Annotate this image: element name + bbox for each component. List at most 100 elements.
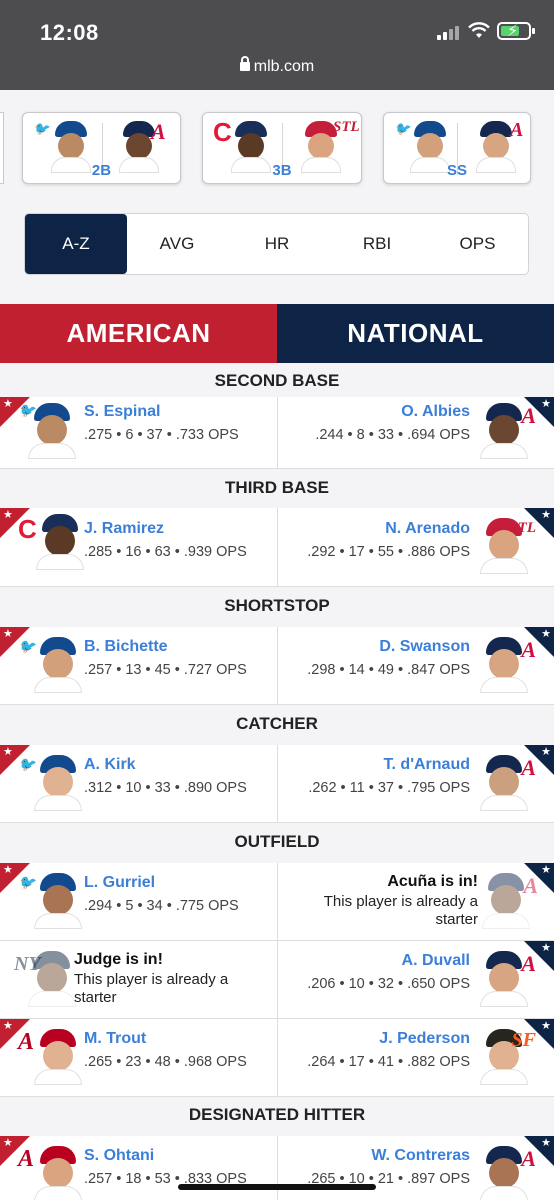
section-title: SHORTSTOP <box>0 588 554 622</box>
sort-tab-az[interactable]: A-Z <box>25 214 127 274</box>
player-name[interactable]: J. Pederson <box>379 1030 470 1048</box>
sort-tab-hr[interactable]: HR <box>227 214 327 274</box>
al-player-cell[interactable]: ★ 🐦 S. Espinal .275 • 6 • 37 • .733 OPS <box>0 397 277 468</box>
nl-player-cell[interactable]: ★ D. Swanson .298 • 14 • 49 • .847 OPS A <box>277 627 554 704</box>
cellular-signal-icon <box>437 24 463 40</box>
battery-charging-icon: ⚡ <box>497 22 535 40</box>
card-position-label: 3B <box>272 162 292 179</box>
al-player-cell[interactable]: ★ 🐦 A. Kirk .312 • 10 • 33 • .890 OPS <box>0 745 277 822</box>
american-league-header[interactable]: AMERICAN <box>0 304 277 363</box>
sort-tabs: A-Z AVG HR RBI OPS <box>24 213 529 275</box>
player-stats: .264 • 17 • 41 • .882 OPS <box>307 1054 470 1070</box>
player-headshot <box>28 951 76 1007</box>
nl-player-cell[interactable]: ★ T. d'Arnaud .262 • 11 • 37 • .795 OPS … <box>277 745 554 822</box>
position-cards-row: 🐦 A 2B C STL 3B 🐦 A SS <box>0 90 554 206</box>
cardinals-logo-icon: STL <box>333 119 360 135</box>
card-shortstop[interactable]: 🐦 A SS <box>383 112 531 184</box>
blue-jays-logo-icon: 🐦 <box>18 640 36 655</box>
player-headshot <box>28 403 76 459</box>
al-player-cell[interactable]: ★ 🐦 B. Bichette .257 • 13 • 45 • .727 OP… <box>0 627 277 704</box>
sort-tab-rbi[interactable]: RBI <box>327 214 427 274</box>
nl-player-cell[interactable]: ★ Acuña is in! This player is already a … <box>277 863 554 940</box>
guardians-logo-icon: C <box>18 514 37 544</box>
player-name[interactable]: T. d'Arnaud <box>384 756 470 774</box>
player-stats: .292 • 17 • 55 • .886 OPS <box>307 544 470 560</box>
player-name[interactable]: L. Gurriel <box>84 874 155 892</box>
al-player-cell[interactable]: ★ 🐦 L. Gurriel .294 • 5 • 34 • .775 OPS <box>0 863 277 940</box>
player-headshot <box>36 514 84 570</box>
section-title: OUTFIELD <box>0 824 554 858</box>
status-bar: 12:08 ⚡ mlb.com <box>0 0 554 90</box>
matchup-row: ★ 🐦 L. Gurriel .294 • 5 • 34 • .775 OPS … <box>0 863 554 941</box>
card-position-label: SS <box>446 162 467 179</box>
address-bar[interactable]: mlb.com <box>0 56 554 76</box>
al-player-cell[interactable]: ★ A M. Trout .265 • 23 • 48 • .968 OPS <box>0 1019 277 1096</box>
matchup-row: NY Judge is in! This player is already a… <box>0 941 554 1019</box>
matchup-row: ★ A S. Ohtani .257 • 18 • 53 • .833 OPS … <box>0 1136 554 1200</box>
blue-jays-logo-icon: 🐦 <box>18 758 36 773</box>
player-headshot <box>34 873 82 929</box>
already-starter-title: Acuña is in! <box>387 873 478 890</box>
player-name[interactable]: D. Swanson <box>379 638 470 656</box>
braves-logo-icon: A <box>510 119 524 141</box>
braves-logo-icon: A <box>523 873 538 898</box>
player-headshot <box>34 755 82 811</box>
matchup-row: ★ C J. Ramirez .285 • 16 • 63 • .939 OPS… <box>0 508 554 587</box>
player-name[interactable]: B. Bichette <box>84 638 168 656</box>
matchup-row: ★ 🐦 A. Kirk .312 • 10 • 33 • .890 OPS ★ … <box>0 745 554 823</box>
player-stats: .257 • 13 • 45 • .727 OPS <box>84 662 247 678</box>
nl-player-cell[interactable]: ★ W. Contreras .265 • 10 • 21 • .897 OPS… <box>277 1136 554 1200</box>
cardinals-logo-icon: STL <box>509 520 536 536</box>
nl-player-cell[interactable]: ★ O. Albies .244 • 8 • 33 • .694 OPS A <box>277 397 554 468</box>
player-name[interactable]: S. Ohtani <box>84 1147 154 1165</box>
braves-logo-icon: A <box>521 755 536 780</box>
blue-jays-logo-icon: 🐦 <box>33 121 50 136</box>
al-player-cell[interactable]: ★ A S. Ohtani .257 • 18 • 53 • .833 OPS <box>0 1136 277 1200</box>
player-headshot <box>34 637 82 693</box>
card-third-base[interactable]: C STL 3B <box>202 112 362 184</box>
player-stats: .298 • 14 • 49 • .847 OPS <box>307 662 470 678</box>
already-starter-text: This player is already a starter <box>323 893 478 928</box>
blue-jays-logo-icon: 🐦 <box>18 876 36 891</box>
wifi-icon <box>468 22 490 38</box>
nl-player-cell[interactable]: ★ J. Pederson .264 • 17 • 41 • .882 OPS … <box>277 1019 554 1096</box>
braves-logo-icon: A <box>521 403 536 428</box>
player-stats: .294 • 5 • 34 • .775 OPS <box>84 898 239 914</box>
player-stats: .285 • 16 • 63 • .939 OPS <box>84 544 247 560</box>
matchup-row: ★ 🐦 S. Espinal .275 • 6 • 37 • .733 OPS … <box>0 397 554 469</box>
player-headshot <box>34 1146 82 1200</box>
section-title: SECOND BASE <box>0 363 554 397</box>
player-stats: .312 • 10 • 33 • .890 OPS <box>84 780 247 796</box>
section-title: THIRD BASE <box>0 470 554 504</box>
player-name[interactable]: M. Trout <box>84 1030 146 1048</box>
braves-logo-icon: A <box>521 1146 536 1171</box>
player-name[interactable]: W. Contreras <box>371 1147 470 1165</box>
player-name[interactable]: A. Duvall <box>402 952 470 970</box>
national-league-header[interactable]: NATIONAL <box>277 304 554 363</box>
braves-logo-icon: A <box>521 637 536 662</box>
al-player-cell[interactable]: ★ C J. Ramirez .285 • 16 • 63 • .939 OPS <box>0 508 277 586</box>
clock: 12:08 <box>40 20 99 45</box>
player-name[interactable]: O. Albies <box>401 403 470 421</box>
player-name[interactable]: J. Ramirez <box>84 520 164 538</box>
player-name[interactable]: S. Espinal <box>84 403 160 421</box>
nl-player-cell[interactable]: ★ N. Arenado .292 • 17 • 55 • .886 OPS S… <box>277 508 554 586</box>
blue-jays-logo-icon: 🐦 <box>394 121 411 136</box>
lock-icon <box>239 56 250 71</box>
player-stats: .206 • 10 • 32 • .650 OPS <box>307 976 470 992</box>
url-text: mlb.com <box>253 58 315 75</box>
player-name[interactable]: A. Kirk <box>84 756 136 774</box>
card-second-base[interactable]: 🐦 A 2B <box>22 112 181 184</box>
nl-player-cell[interactable]: ★ A. Duvall .206 • 10 • 32 • .650 OPS A <box>277 941 554 1018</box>
player-name[interactable]: N. Arenado <box>385 520 470 538</box>
matchup-row: ★ A M. Trout .265 • 23 • 48 • .968 OPS ★… <box>0 1019 554 1097</box>
section-title: DESIGNATED HITTER <box>0 1097 554 1131</box>
braves-logo-icon: A <box>521 951 536 976</box>
player-stats: .244 • 8 • 33 • .694 OPS <box>315 427 470 443</box>
al-player-cell[interactable]: NY Judge is in! This player is already a… <box>0 941 277 1018</box>
sort-tab-avg[interactable]: AVG <box>127 214 227 274</box>
matchup-row: ★ 🐦 B. Bichette .257 • 13 • 45 • .727 OP… <box>0 627 554 705</box>
sort-tab-ops[interactable]: OPS <box>427 214 528 274</box>
home-indicator[interactable] <box>178 1184 376 1190</box>
angels-logo-icon: A <box>18 1029 35 1055</box>
